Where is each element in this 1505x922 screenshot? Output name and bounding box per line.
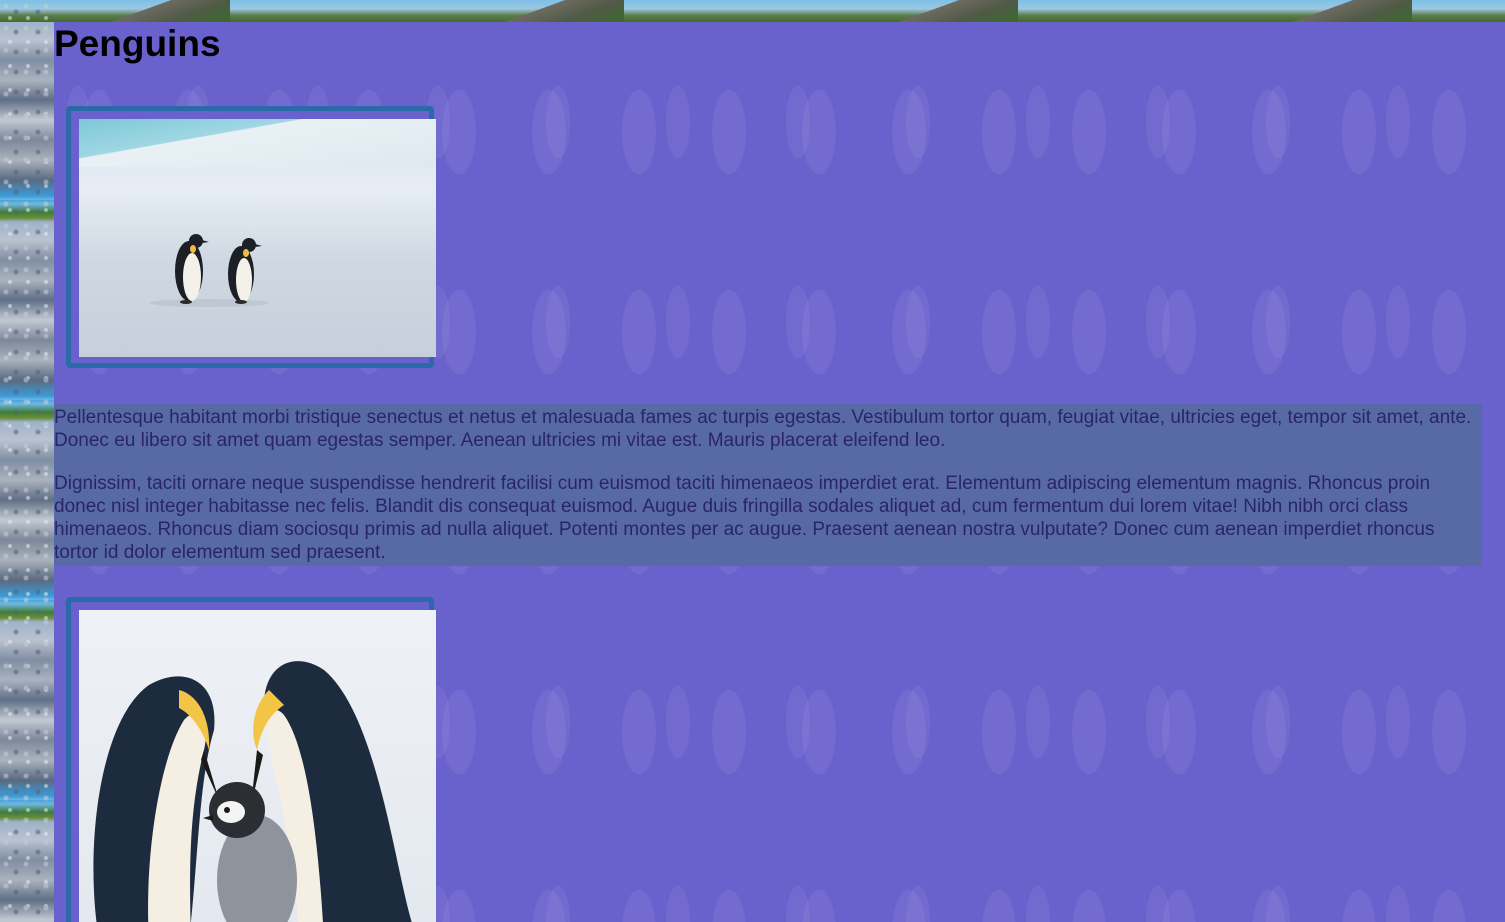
adult-penguin xyxy=(93,676,219,922)
background-mountain xyxy=(90,0,230,22)
penguin-photo xyxy=(79,119,436,357)
penguin-family-illustration xyxy=(93,661,412,922)
text-panel: Pellentesque habitant morbi tristique se… xyxy=(54,404,1482,566)
photo-frame xyxy=(66,106,436,368)
penguin-figure xyxy=(228,238,262,304)
background-pebbles xyxy=(0,0,54,922)
penguin-family-photo xyxy=(79,610,436,922)
penguins-illustration xyxy=(149,234,269,307)
paragraph: Pellentesque habitant morbi tristique se… xyxy=(54,407,1472,451)
background-mountain xyxy=(484,0,624,22)
main-content: Penguins Pellentesque habitant morbi tri… xyxy=(54,22,1505,922)
background-mountain xyxy=(878,0,1018,22)
page-title: Penguins xyxy=(54,23,221,64)
background-mountain xyxy=(1272,0,1412,22)
paragraph: Dignissim, taciti ornare neque suspendis… xyxy=(54,473,1435,563)
penguin-figure xyxy=(175,234,209,304)
background-sky-band xyxy=(0,0,1505,22)
photo-frame xyxy=(66,597,436,922)
